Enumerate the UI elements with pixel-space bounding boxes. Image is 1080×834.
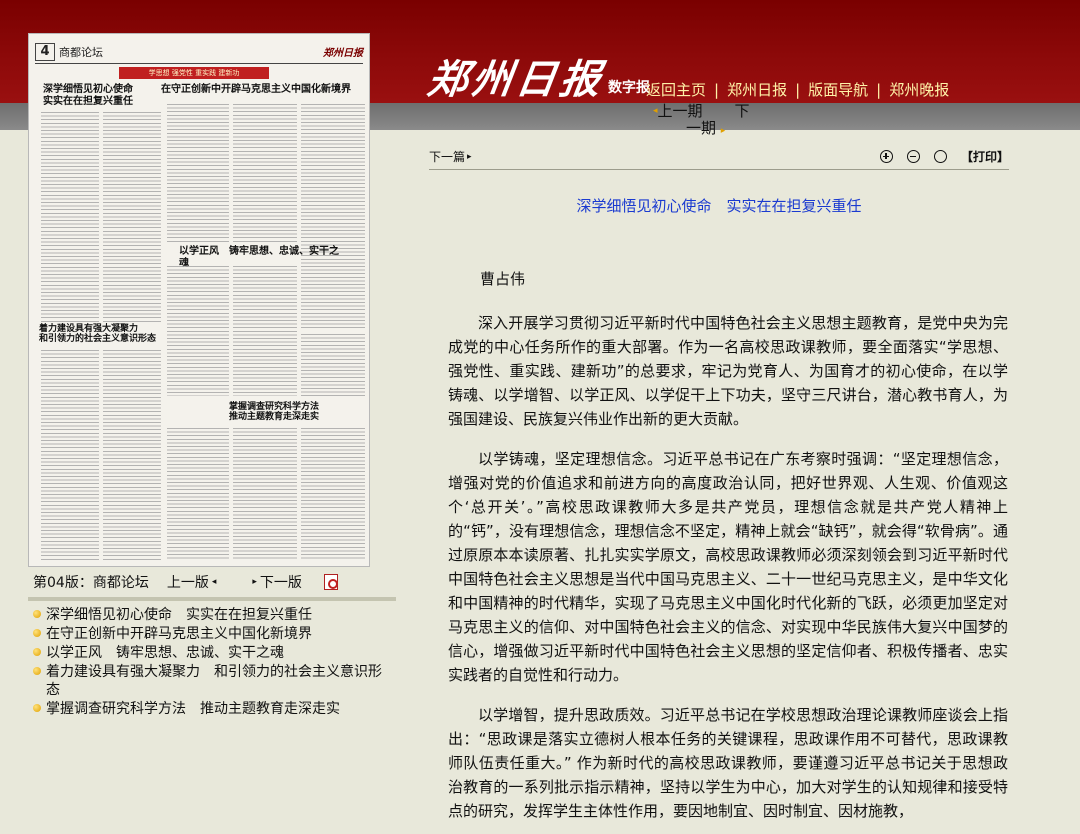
thumbnail-text-column (41, 112, 99, 322)
zoom-in-icon[interactable] (879, 150, 893, 163)
article-paragraph: 深入开展学习贯彻习近平新时代中国特色社会主义思想主题教育，是党中央为完成党的中心… (448, 314, 1008, 428)
thumbnail-headline[interactable]: 着力建设具有强大凝聚力 和引领力的社会主义意识形态 (39, 324, 163, 345)
next-issue-link-a[interactable]: 下 (735, 103, 750, 120)
print-button[interactable]: 【打印】 (961, 148, 1009, 165)
masthead-subtitle: 数字报 (608, 80, 650, 96)
bullet-icon (33, 610, 41, 618)
thumbnail-headline[interactable]: 深学细悟见初心使命 实实在在担复兴重任 (43, 84, 155, 107)
thumbnail-text-column (41, 350, 99, 560)
right-arrow-icon: ▸ (252, 577, 257, 587)
thumbnail-text-column (301, 104, 365, 329)
thumbnail-headline[interactable]: 在守正创新中开辟马克思主义中国化新境界 (161, 84, 367, 96)
bullet-icon (33, 629, 41, 637)
issue-nav: ◂ 上一期 下 一期 ▸ (653, 103, 763, 140)
list-item[interactable]: 掌握调查研究科学方法 推动主题教育走深走实 (33, 700, 393, 718)
thumbnail-header: 4 商都论坛 郑州日报 (35, 40, 363, 64)
thumbnail-text-column (233, 428, 297, 560)
list-item[interactable]: 着力建设具有强大凝聚力 和引领力的社会主义意识形态 (33, 663, 393, 699)
list-item[interactable]: 以学正风 铸牢思想、忠诚、实干之魂 (33, 644, 393, 662)
article-paragraph: 以学铸魂，坚定理想信念。习近平总书记在广东考察时强调：“坚定理想信念，增强对党的… (448, 450, 1008, 684)
prev-issue-link[interactable]: 上一期 (658, 103, 703, 120)
thumbnail-text-column (167, 428, 229, 560)
thumbnail-text-column (103, 112, 161, 322)
nav-zhengzhou-daily[interactable]: 郑州日报 (727, 79, 787, 100)
article-list: 深学细悟见初心使命 实实在在担复兴重任 在守正创新中开辟马克思主义中国化新境界 … (33, 606, 393, 719)
article-body: 深入开展学习贯彻习近平新时代中国特色社会主义思想主题教育，是党中央为完成党的中心… (448, 311, 1008, 834)
right-arrow-icon: ▸ (720, 126, 726, 136)
thumbnail-headline[interactable]: 掌握调查研究科学方法 推动主题教育走深走实 (209, 402, 339, 423)
left-arrow-icon: ◂ (211, 577, 217, 587)
right-arrow-icon: ▸ (467, 151, 472, 162)
thumbnail-banner: 学思想 强党性 重实践 建新功 (119, 67, 269, 79)
nav-home[interactable]: 返回主页 (646, 79, 706, 100)
list-item[interactable]: 在守正创新中开辟马克思主义中国化新境界 (33, 625, 393, 643)
article-paragraph: 以学增智，提升思政质效。习近平总书记在学校思想政治理论课教师座谈会上指出：“思政… (448, 706, 1008, 820)
bullet-icon (33, 667, 41, 675)
nav-evening-news[interactable]: 郑州晚报 (889, 79, 949, 100)
thumbnail-brand: 郑州日报 (323, 48, 363, 59)
pdf-icon[interactable] (323, 574, 338, 590)
thumbnail-page-number: 4 (35, 42, 55, 61)
thumbnail-text-column (233, 104, 297, 244)
bullet-icon (33, 704, 41, 712)
next-article-link[interactable]: 下一篇 (429, 148, 465, 165)
pager-divider (28, 597, 396, 601)
prev-page-link[interactable]: 上一版 (167, 572, 209, 592)
list-item[interactable]: 深学细悟见初心使命 实实在在担复兴重任 (33, 606, 393, 624)
page-pager: 第04版：商都论坛 上一版 ◂ ▸ 下一版 (33, 570, 373, 594)
thumbnail-text-column (301, 428, 365, 560)
next-issue-link-b[interactable]: 一期 (686, 119, 716, 137)
top-nav: 返回主页 | 郑州日报 | 版面导航 | 郑州晚报 (646, 79, 950, 100)
article-title: 深学细悟见初心使命 实实在在担复兴重任 (576, 197, 862, 215)
masthead: 郑州日报 数字报 (424, 56, 650, 103)
page-thumbnail[interactable]: 4 商都论坛 郑州日报 学思想 强党性 重实践 建新功 深学细悟见初心使命 实实… (28, 33, 370, 567)
thumbnail-text-column (167, 104, 229, 244)
article-author: 曹占伟 (480, 270, 526, 288)
thumbnail-section: 商都论坛 (59, 45, 103, 59)
zoom-reset-icon[interactable] (933, 150, 947, 163)
page-label: 第04版：商都论坛 (33, 575, 149, 591)
article-toolbar: 下一篇 ▸ 【打印】 (429, 144, 1009, 170)
bullet-icon (33, 648, 41, 656)
thumbnail-text-column (103, 350, 161, 560)
thumbnail-text-column (301, 334, 365, 396)
next-page-link[interactable]: 下一版 (260, 572, 302, 592)
nav-layout[interactable]: 版面导航 (808, 79, 868, 100)
zoom-out-icon[interactable] (906, 150, 920, 163)
thumbnail-text-column (233, 266, 297, 396)
thumbnail-text-column (167, 266, 229, 396)
masthead-logo: 郑州日报 (424, 56, 608, 103)
